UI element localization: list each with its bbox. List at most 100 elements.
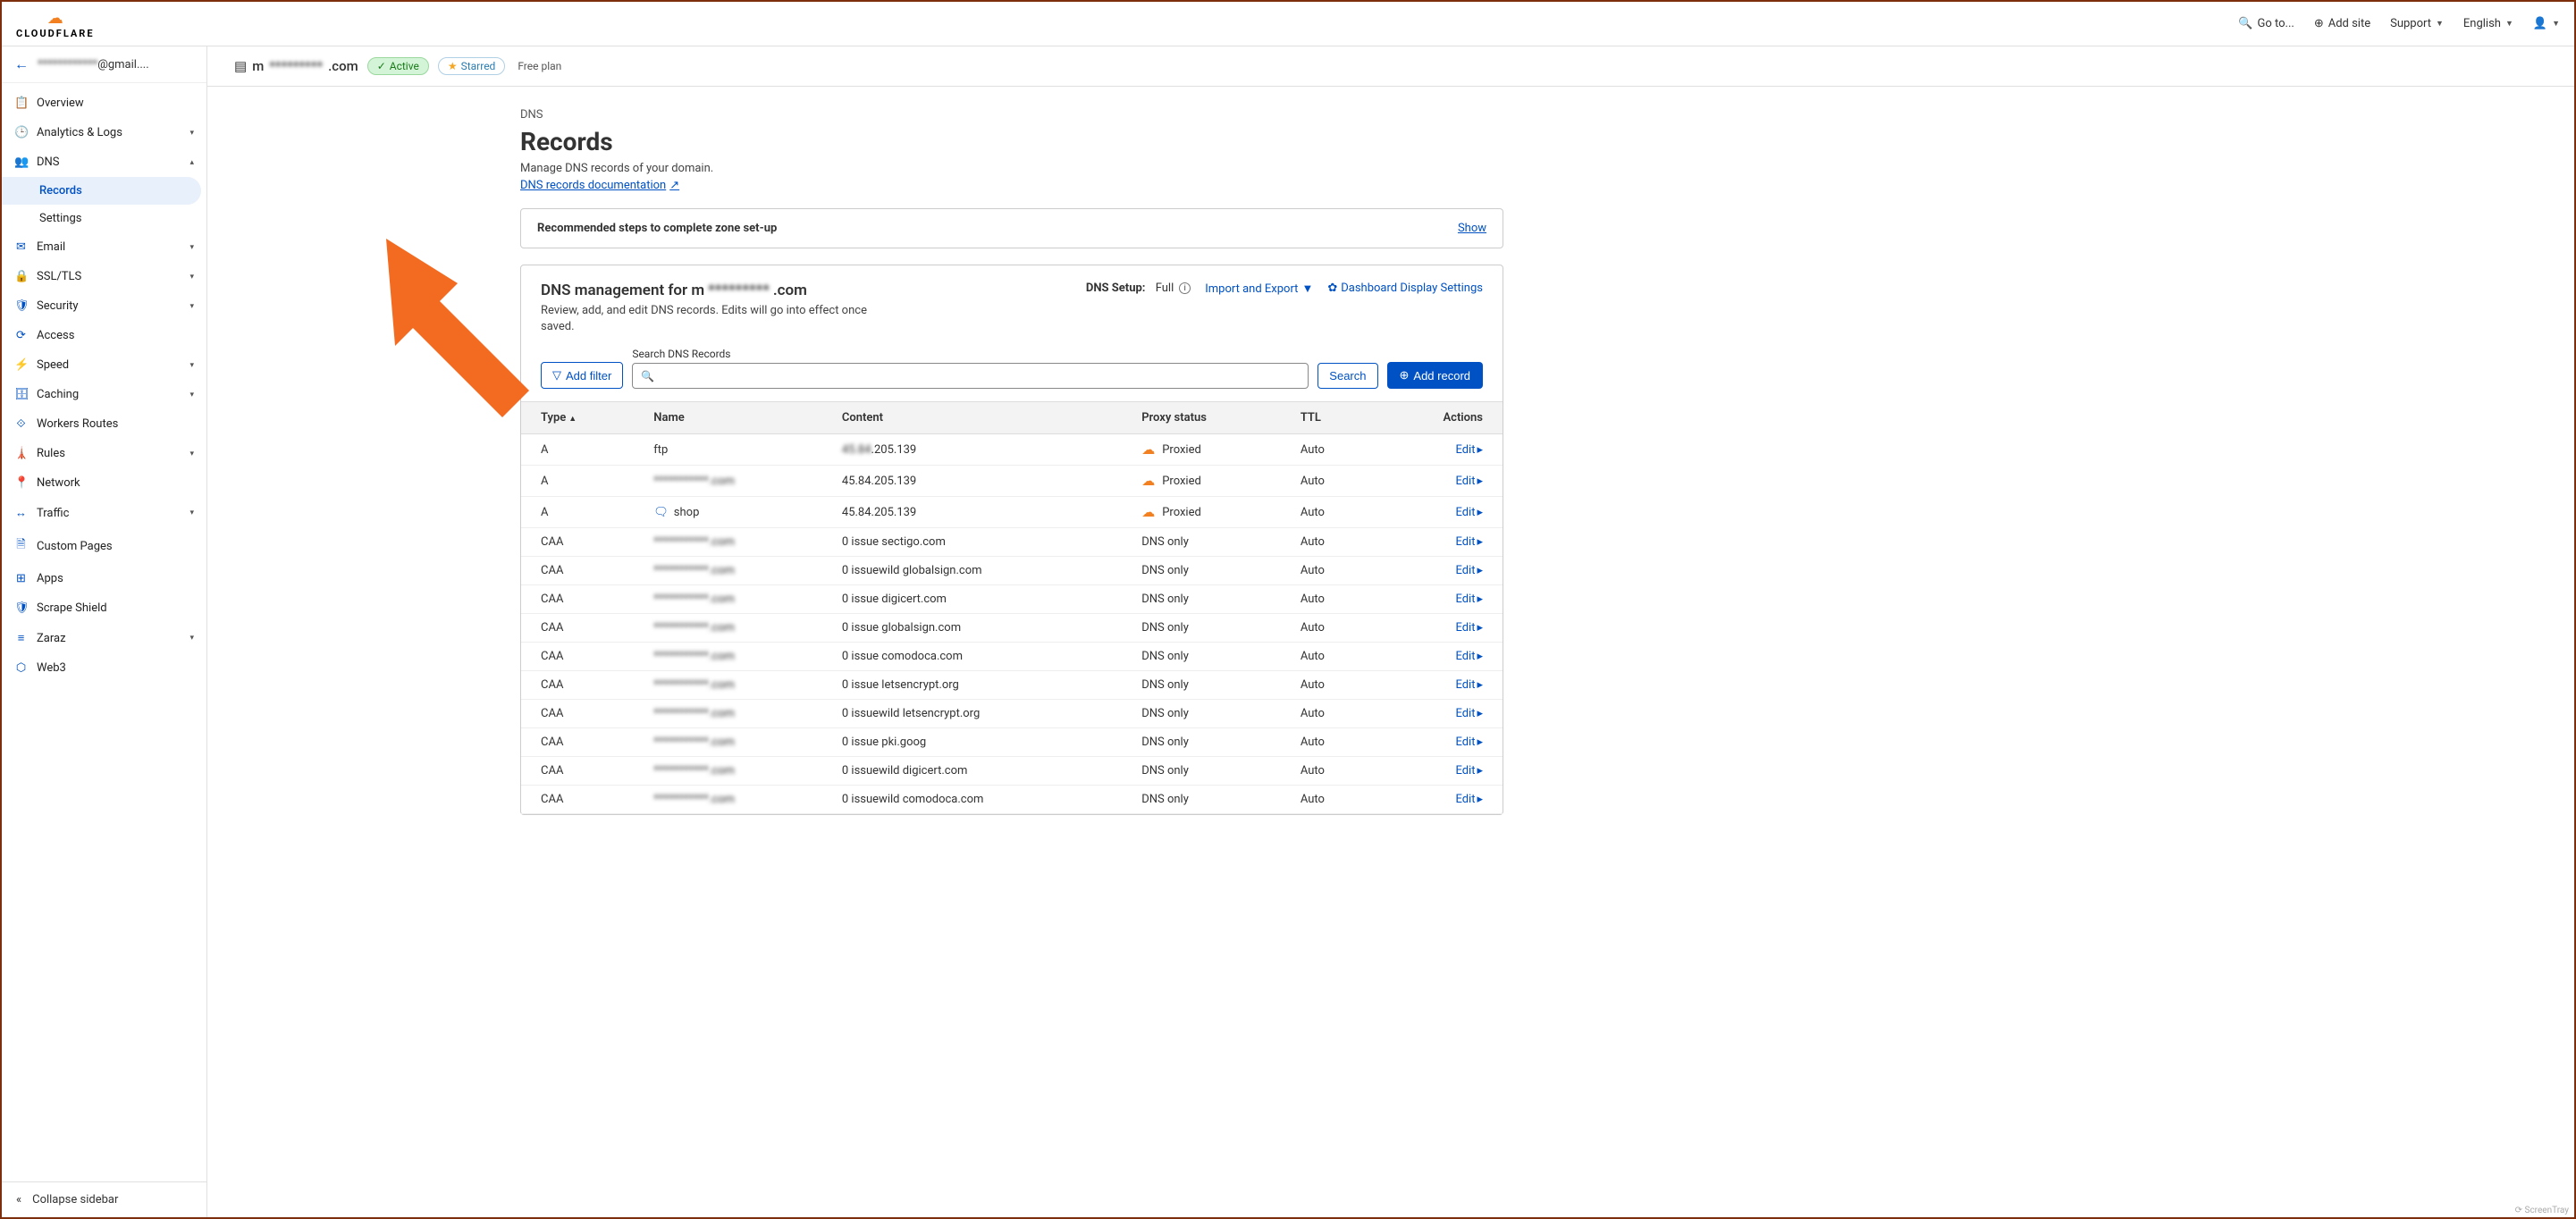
edit-button[interactable]: Edit ▸ <box>1455 793 1483 806</box>
cell-actions: Edit ▸ <box>1374 497 1503 528</box>
add-site-button[interactable]: ⊕Add site <box>2314 17 2370 30</box>
note-icon[interactable]: 🗨 <box>653 506 669 519</box>
domain-name[interactable]: ▤ m*********.com <box>234 58 358 74</box>
cell-actions: Edit ▸ <box>1374 786 1503 814</box>
sidebar-item-label: Overview <box>37 97 84 110</box>
sidebar-item-custom-pages[interactable]: 🗎Custom Pages <box>2 528 206 564</box>
cell-proxy: DNS only <box>1131 757 1290 786</box>
col-actions[interactable]: Actions <box>1374 402 1503 434</box>
sidebar-item-analytics-logs[interactable]: 🕒Analytics & Logs▾ <box>2 118 206 147</box>
sidebar-item-overview[interactable]: 📋Overview <box>2 88 206 118</box>
docs-link[interactable]: DNS records documentation↗ <box>520 179 679 192</box>
table-row: Aftp45.84.205.139☁ProxiedAutoEdit ▸ <box>521 434 1503 466</box>
sidebar-item-label: Speed <box>37 358 69 372</box>
cell-actions: Edit ▸ <box>1374 434 1503 466</box>
back-arrow-icon[interactable]: ← <box>14 55 29 73</box>
sidebar-item-label: DNS <box>37 156 60 169</box>
search-button[interactable]: Search <box>1317 363 1377 389</box>
cell-content: 45.84.205.139 <box>831 466 1131 497</box>
sidebar-item-traffic[interactable]: ↔Traffic▾ <box>2 498 206 528</box>
add-record-button[interactable]: ⊕Add record <box>1387 362 1484 389</box>
edit-button[interactable]: Edit ▸ <box>1455 443 1483 457</box>
sidebar-item-scrape-shield[interactable]: 🛡Scrape Shield <box>2 593 206 623</box>
starred-badge[interactable]: ★Starred <box>438 57 506 75</box>
col-ttl[interactable]: TTL <box>1290 402 1374 434</box>
add-filter-button[interactable]: ▽Add filter <box>541 362 623 389</box>
chevron-right-icon: ▸ <box>1477 793 1483 806</box>
cell-ttl: Auto <box>1290 786 1374 814</box>
col-content[interactable]: Content <box>831 402 1131 434</box>
table-row: CAA***********.com0 issuewild letsencryp… <box>521 700 1503 728</box>
cell-type: A <box>521 466 643 497</box>
page-description: Manage DNS records of your domain. <box>520 162 1503 175</box>
table-row: A***********.com45.84.205.139☁ProxiedAut… <box>521 466 1503 497</box>
support-menu[interactable]: Support▼ <box>2390 17 2444 30</box>
collapse-sidebar[interactable]: « Collapse sidebar <box>2 1181 206 1217</box>
cell-actions: Edit ▸ <box>1374 614 1503 643</box>
sidebar-item-web3[interactable]: ⬡Web3 <box>2 653 206 683</box>
search-input[interactable] <box>632 363 1309 389</box>
logo[interactable]: ☁ CLOUDFLARE <box>16 9 95 39</box>
sidebar-sub-records[interactable]: Records <box>2 177 201 205</box>
info-icon[interactable]: i <box>1179 282 1191 294</box>
edit-button[interactable]: Edit ▸ <box>1455 506 1483 519</box>
import-export-menu[interactable]: Import and Export▼ <box>1205 282 1313 296</box>
breadcrumb: DNS <box>520 108 1503 122</box>
sidebar-item-speed[interactable]: ⚡Speed▾ <box>2 350 206 380</box>
col-type[interactable]: Type▲ <box>521 402 643 434</box>
edit-button[interactable]: Edit ▸ <box>1455 535 1483 549</box>
edit-button[interactable]: Edit ▸ <box>1455 564 1483 577</box>
sidebar-item-caching[interactable]: 🗄Caching▾ <box>2 380 206 409</box>
cell-ttl: Auto <box>1290 585 1374 614</box>
chevron-right-icon: ▸ <box>1477 650 1483 663</box>
sidebar-item-workers-routes[interactable]: ⟐Workers Routes <box>2 409 206 439</box>
edit-button[interactable]: Edit ▸ <box>1455 678 1483 692</box>
plus-icon: ⊕ <box>1400 368 1410 383</box>
sidebar-item-apps[interactable]: ⊞Apps <box>2 564 206 593</box>
sidebar-item-label: Security <box>37 299 79 313</box>
table-row: CAA***********.com0 issuewild globalsign… <box>521 557 1503 585</box>
edit-button[interactable]: Edit ▸ <box>1455 593 1483 606</box>
col-name[interactable]: Name <box>643 402 831 434</box>
table-row: CAA***********.com0 issue digicert.comDN… <box>521 585 1503 614</box>
sidebar-sub-settings[interactable]: Settings <box>2 205 206 232</box>
cell-content: 0 issue sectigo.com <box>831 528 1131 557</box>
chevron-right-icon: ▸ <box>1477 764 1483 778</box>
sidebar-item-security[interactable]: 🛡Security▾ <box>2 291 206 321</box>
cell-proxy: ☁Proxied <box>1131 434 1290 466</box>
edit-button[interactable]: Edit ▸ <box>1455 621 1483 635</box>
page-title: Records <box>520 127 1503 156</box>
sidebar-item-email[interactable]: ✉Email▾ <box>2 232 206 262</box>
col-proxy-status[interactable]: Proxy status <box>1131 402 1290 434</box>
nav-icon: ⟐ <box>14 417 28 431</box>
sidebar-item-access[interactable]: ⟳Access <box>2 321 206 350</box>
cell-type: CAA <box>521 643 643 671</box>
edit-button[interactable]: Edit ▸ <box>1455 475 1483 488</box>
edit-button[interactable]: Edit ▸ <box>1455 707 1483 720</box>
language-menu[interactable]: English▼ <box>2463 17 2513 30</box>
edit-button[interactable]: Edit ▸ <box>1455 650 1483 663</box>
sidebar-item-rules[interactable]: 🗼Rules▾ <box>2 439 206 468</box>
account-email-blur: ************ <box>38 58 97 71</box>
sidebar-item-zaraz[interactable]: ≡Zaraz▾ <box>2 623 206 653</box>
sidebar-item-network[interactable]: 📍Network <box>2 468 206 498</box>
cell-ttl: Auto <box>1290 700 1374 728</box>
display-settings-button[interactable]: ✿Dashboard Display Settings <box>1327 282 1483 295</box>
chevron-icon: ▾ <box>189 509 194 517</box>
cell-ttl: Auto <box>1290 434 1374 466</box>
cell-name: ***********.com <box>643 528 831 557</box>
edit-button[interactable]: Edit ▸ <box>1455 764 1483 778</box>
sidebar-item-label: Network <box>37 476 80 490</box>
goto-search[interactable]: 🔍Go to... <box>2238 17 2294 30</box>
show-button[interactable]: Show <box>1458 222 1486 235</box>
sidebar-item-dns[interactable]: 👥DNS▴ <box>2 147 206 177</box>
cell-name: ***********.com <box>643 557 831 585</box>
cell-content: 0 issuewild comodoca.com <box>831 786 1131 814</box>
cell-name: ***********.com <box>643 700 831 728</box>
account-row[interactable]: ← ************@gmail.... <box>2 46 206 83</box>
globe-icon: ▤ <box>234 58 247 74</box>
user-menu[interactable]: 👤▼ <box>2533 17 2560 30</box>
plan-label: Free plan <box>518 60 561 72</box>
edit-button[interactable]: Edit ▸ <box>1455 736 1483 749</box>
sidebar-item-ssl-tls[interactable]: 🔒SSL/TLS▾ <box>2 262 206 291</box>
